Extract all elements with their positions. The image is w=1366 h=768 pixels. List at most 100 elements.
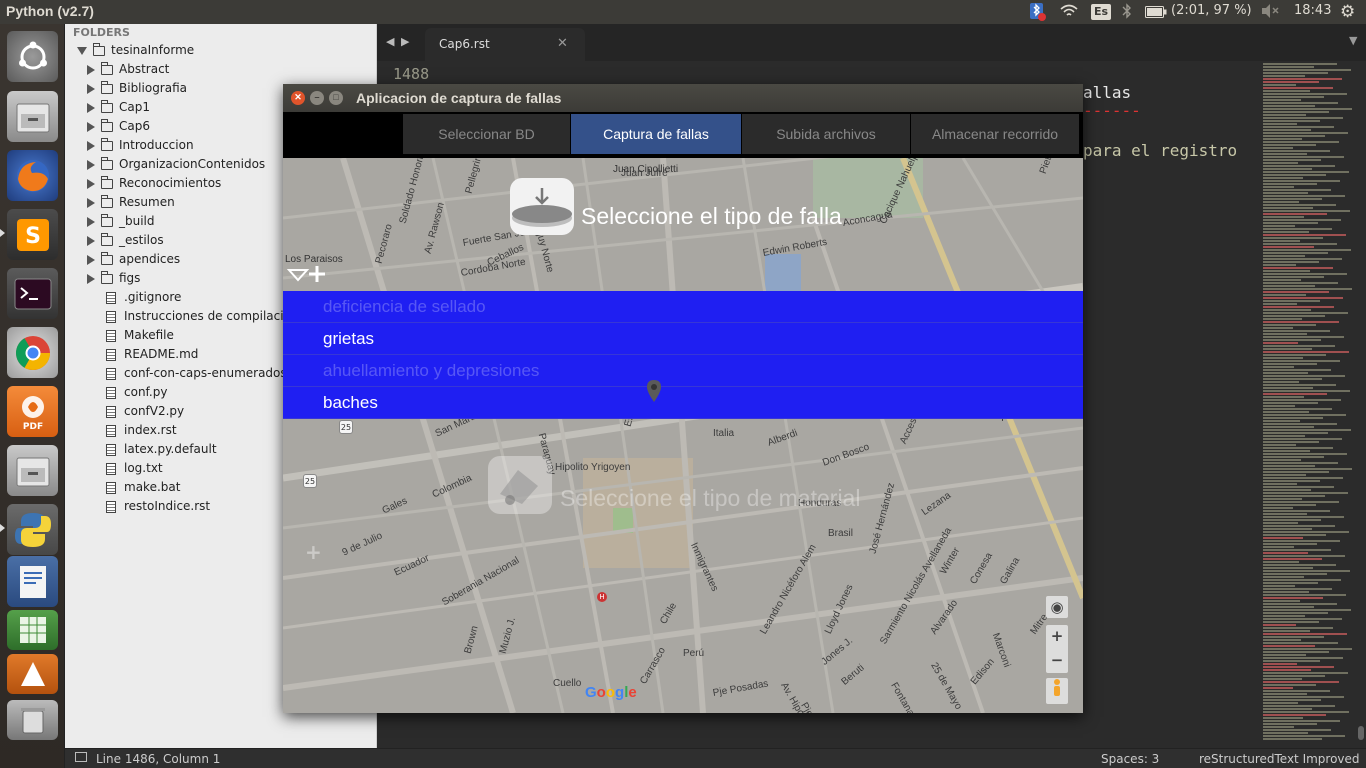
map-view[interactable]: Pecoraro Soldado Honorio Ortega Pellegrini… <box>283 158 1083 713</box>
tree-file[interactable]: log.txt <box>106 459 163 478</box>
collapsed-arrow-icon[interactable] <box>87 140 95 151</box>
folder-icon <box>101 137 113 151</box>
scroll-thumb[interactable] <box>1358 726 1364 740</box>
tab-subida-archivos[interactable]: Subida archivos <box>742 114 910 154</box>
tree-folder[interactable]: _estilos <box>87 231 164 250</box>
indentation-setting[interactable]: Spaces: 3 <box>1101 752 1159 766</box>
wifi-icon[interactable] <box>1059 3 1079 23</box>
bluetooth-icon[interactable] <box>1121 3 1133 23</box>
tab-cap6[interactable]: Cap6.rst ✕ <box>425 28 585 61</box>
tree-file[interactable]: conf.py <box>106 383 167 402</box>
collapsed-arrow-icon[interactable] <box>87 121 95 132</box>
files-icon[interactable] <box>7 91 58 142</box>
battery-icon[interactable] <box>1145 6 1167 22</box>
minimap[interactable] <box>1261 61 1356 748</box>
files-icon[interactable] <box>7 445 58 496</box>
tree-folder[interactable]: Abstract <box>87 60 169 79</box>
chrome-icon[interactable] <box>7 327 58 378</box>
minimap-line <box>1263 210 1350 212</box>
tree-file[interactable]: .gitignore <box>106 288 181 307</box>
map-pin-icon[interactable] <box>647 380 661 406</box>
tree-folder[interactable]: Cap1 <box>87 98 150 117</box>
collapsed-arrow-icon[interactable] <box>87 64 95 75</box>
volume-muted-icon[interactable] <box>1260 3 1280 23</box>
vertical-scrollbar[interactable] <box>1356 61 1366 748</box>
folder-icon <box>101 270 113 284</box>
tree-file[interactable]: index.rst <box>106 421 177 440</box>
minimap-line <box>1263 282 1338 284</box>
tree-folder[interactable]: figs <box>87 269 140 288</box>
zoom-in-icon[interactable]: + <box>1046 625 1068 649</box>
tree-folder[interactable]: Reconocimientos <box>87 174 221 193</box>
tab-seleccionar-bd[interactable]: Seleccionar BD <box>403 114 570 154</box>
expand-falla-icon[interactable] <box>286 264 327 288</box>
panel-toggle-icon[interactable] <box>75 752 87 762</box>
minimap-line <box>1263 447 1333 449</box>
zoom-out-icon[interactable]: − <box>1046 649 1068 673</box>
tree-file[interactable]: make.bat <box>106 478 180 497</box>
hospital-marker-icon[interactable]: H <box>597 592 607 602</box>
tree-file[interactable]: Makefile <box>106 326 174 345</box>
pdf-icon[interactable]: PDF <box>7 386 58 437</box>
writer-icon[interactable] <box>7 556 58 607</box>
tree-folder[interactable]: Bibliografia <box>87 79 187 98</box>
window-titlebar[interactable]: ✕ – □ Aplicacion de captura de fallas <box>283 84 1083 112</box>
tree-folder[interactable]: Cap6 <box>87 117 150 136</box>
tab-almacenar-recorrido[interactable]: Almacenar recorrido <box>911 114 1079 154</box>
firefox-icon[interactable] <box>7 150 58 201</box>
minimap-line <box>1263 306 1334 308</box>
clock[interactable]: 18:43 <box>1294 3 1331 18</box>
pegman-icon[interactable] <box>1046 678 1068 704</box>
locate-icon[interactable]: ◉ <box>1046 596 1068 618</box>
tab-close-icon[interactable]: ✕ <box>557 36 568 51</box>
tree-folder[interactable]: Resumen <box>87 193 175 212</box>
calc-icon[interactable] <box>7 610 58 650</box>
syntax-setting[interactable]: reStructuredText Improved <box>1199 752 1360 766</box>
collapsed-arrow-icon[interactable] <box>87 216 95 227</box>
sublime-text-icon[interactable]: S <box>7 209 58 260</box>
expanded-arrow-icon[interactable] <box>77 46 87 55</box>
tree-folder[interactable]: Introduccion <box>87 136 194 155</box>
expand-material-icon[interactable]: + <box>305 540 322 564</box>
tree-file[interactable]: Instrucciones de compilacion <box>106 307 299 326</box>
collapsed-arrow-icon[interactable] <box>87 178 95 189</box>
tree-folder[interactable]: apendices <box>87 250 180 269</box>
tree-file[interactable]: confV2.py <box>106 402 184 421</box>
collapsed-arrow-icon[interactable] <box>87 102 95 113</box>
falla-option-deficiencia[interactable]: deficiencia de sellado <box>283 291 1083 323</box>
collapsed-arrow-icon[interactable] <box>87 159 95 170</box>
collapsed-arrow-icon[interactable] <box>87 83 95 94</box>
tree-folder[interactable]: OrganizacionContenidos <box>87 155 265 174</box>
session-gear-icon[interactable]: ⚙ <box>1340 2 1355 22</box>
collapsed-arrow-icon[interactable] <box>87 273 95 284</box>
ubuntu-dash-icon[interactable] <box>7 31 58 82</box>
minimap-line <box>1263 357 1303 359</box>
tree-folder[interactable]: _build <box>87 212 155 231</box>
impress-icon[interactable] <box>7 654 58 694</box>
tab-next-arrow-icon[interactable]: ▶ <box>401 35 409 48</box>
tab-captura-de-fallas[interactable]: Captura de fallas <box>571 114 741 154</box>
tab-overflow-icon[interactable]: ▼ <box>1349 34 1357 47</box>
minimize-window-icon[interactable]: – <box>310 91 324 105</box>
tree-file[interactable]: README.md <box>106 345 198 364</box>
tab-prev-arrow-icon[interactable]: ◀ <box>386 35 394 48</box>
tree-file[interactable]: restoIndice.rst <box>106 497 210 516</box>
collapsed-arrow-icon[interactable] <box>87 235 95 246</box>
collapsed-arrow-icon[interactable] <box>87 254 95 265</box>
tree-file[interactable]: conf-con-caps-enumerados.p <box>106 364 298 383</box>
python-icon[interactable] <box>7 504 58 555</box>
falla-option-grietas[interactable]: grietas <box>283 323 1083 355</box>
falla-option-baches[interactable]: baches <box>283 387 1083 419</box>
keyboard-layout-indicator[interactable]: Es <box>1091 4 1112 20</box>
trash-icon[interactable] <box>7 700 58 740</box>
window-title: Aplicacion de captura de fallas <box>356 90 562 106</box>
terminal-icon[interactable] <box>7 268 58 319</box>
maximize-window-icon[interactable]: □ <box>329 91 343 105</box>
tree-root-folder[interactable]: tesinaInforme <box>77 41 194 60</box>
close-window-icon[interactable]: ✕ <box>291 91 305 105</box>
minimap-line <box>1263 72 1328 74</box>
collapsed-arrow-icon[interactable] <box>87 197 95 208</box>
tree-file[interactable]: latex.py.default <box>106 440 217 459</box>
bluetooth-notify-icon[interactable] <box>1029 2 1047 26</box>
falla-option-ahuellamiento[interactable]: ahuellamiento y depresiones <box>283 355 1083 387</box>
